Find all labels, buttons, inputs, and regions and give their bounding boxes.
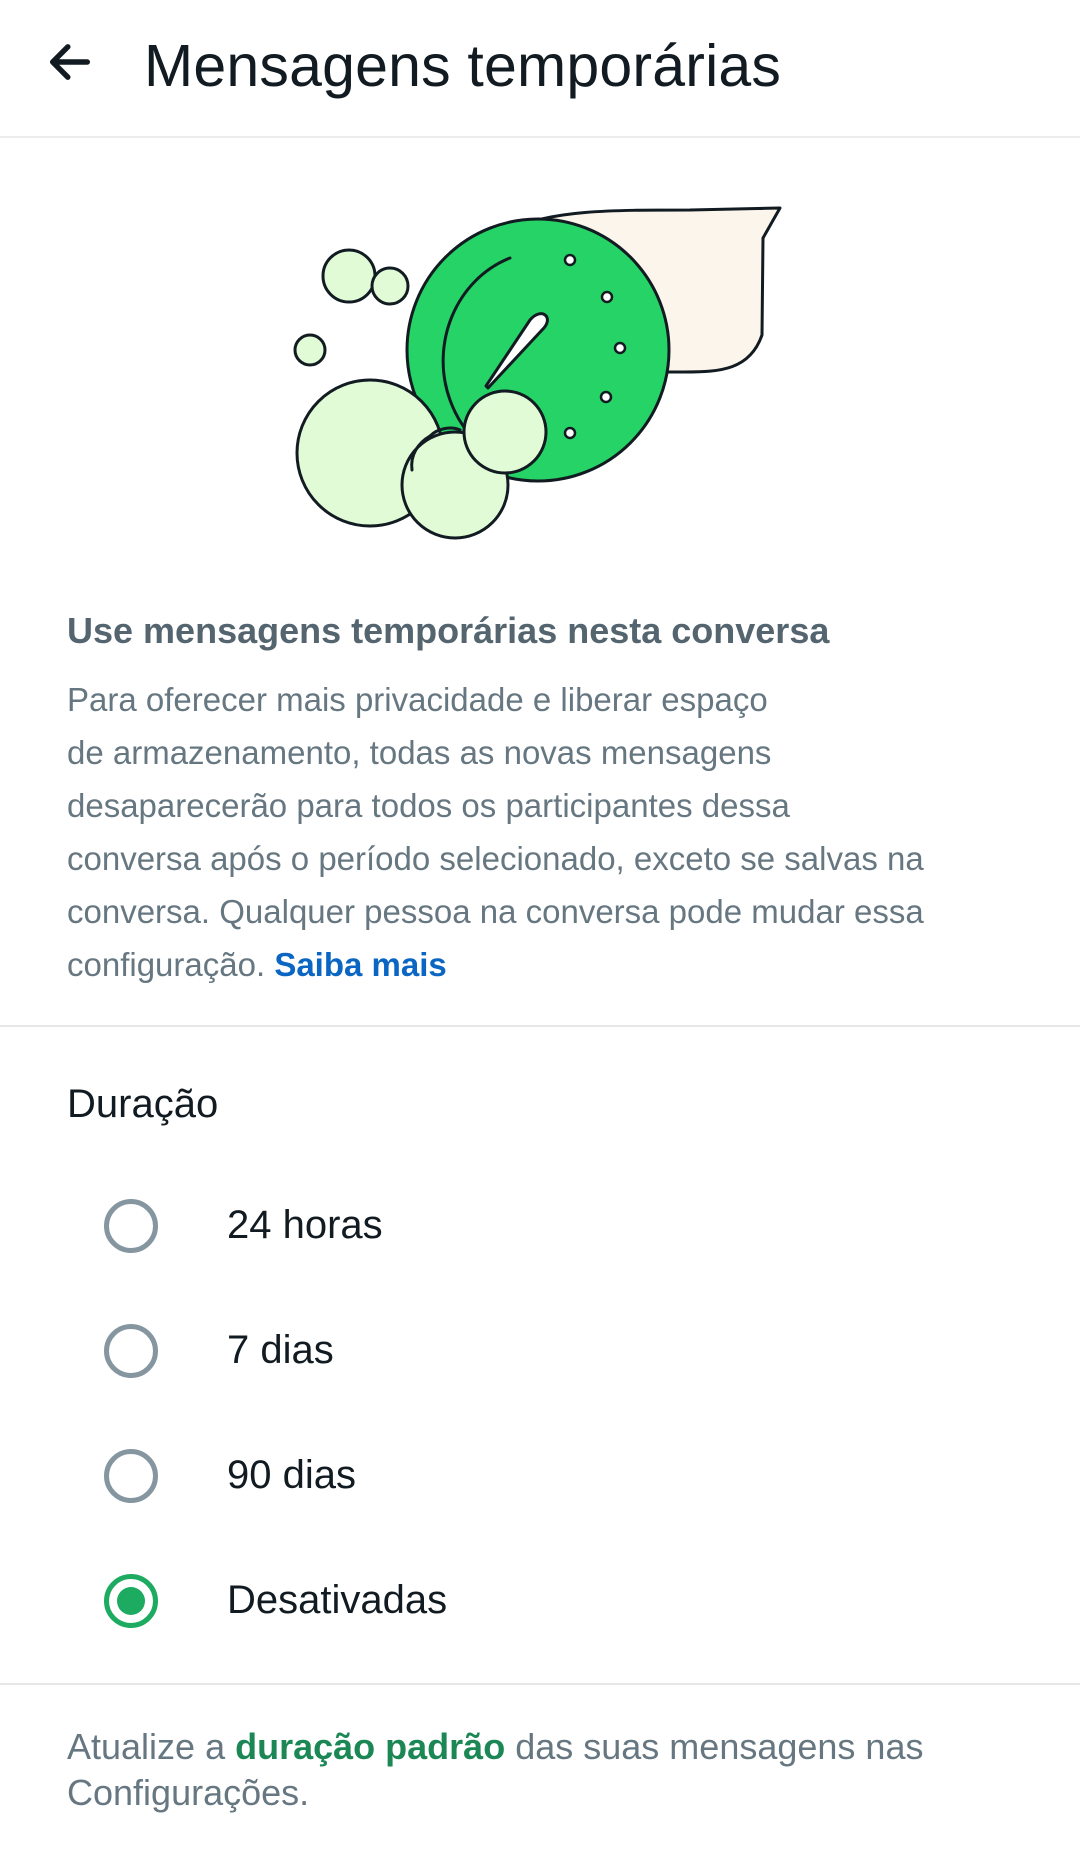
option-label: 24 horas [227, 1203, 383, 1247]
info-line: Para oferecer mais privacidade e liberar… [67, 681, 768, 718]
info-line-last: configuração. Saiba mais [67, 938, 1027, 991]
option-90-dias[interactable]: 90 dias [0, 1413, 1080, 1538]
option-label: 7 dias [227, 1328, 334, 1372]
info-line: de armazenamento, todas as novas mensage… [67, 734, 772, 771]
option-label: Desativadas [227, 1578, 448, 1622]
info-line: conversa após o período selecionado, exc… [67, 840, 924, 877]
footer-note: Atualize a duração padrão das suas mensa… [67, 1724, 1027, 1816]
option-7-dias[interactable]: 7 dias [0, 1288, 1080, 1413]
option-label: 90 dias [227, 1453, 356, 1497]
timer-bubbles-illustration [293, 206, 782, 540]
info-heading: Use mensagens temporárias nesta conversa [67, 610, 830, 651]
page-title: Mensagens temporárias [144, 33, 782, 99]
info-line: configuração. [67, 946, 266, 983]
info-line: conversa. Qualquer pessoa na conversa po… [67, 893, 924, 930]
duration-title: Duração [67, 1082, 219, 1126]
divider [0, 1683, 1080, 1685]
default-duration-link[interactable]: duração padrão [235, 1726, 505, 1767]
option-24-horas[interactable]: 24 horas [0, 1163, 1080, 1288]
info-description: Para oferecer mais privacidade e liberar… [67, 673, 1027, 991]
divider [0, 1025, 1080, 1027]
radio-button-selected[interactable] [104, 1573, 158, 1628]
radio-button[interactable] [104, 1323, 158, 1378]
footer-prefix: Atualize a [67, 1726, 226, 1767]
radio-button[interactable] [104, 1198, 158, 1253]
arrow-left-icon [49, 44, 91, 80]
radio-button[interactable] [104, 1448, 158, 1503]
app-bar: Mensagens temporárias [0, 0, 1080, 138]
info-line: desaparecerão para todos os participante… [67, 787, 790, 824]
back-button[interactable] [30, 22, 110, 102]
learn-more-link[interactable]: Saiba mais [274, 946, 446, 983]
option-desativadas[interactable]: Desativadas [0, 1538, 1080, 1663]
